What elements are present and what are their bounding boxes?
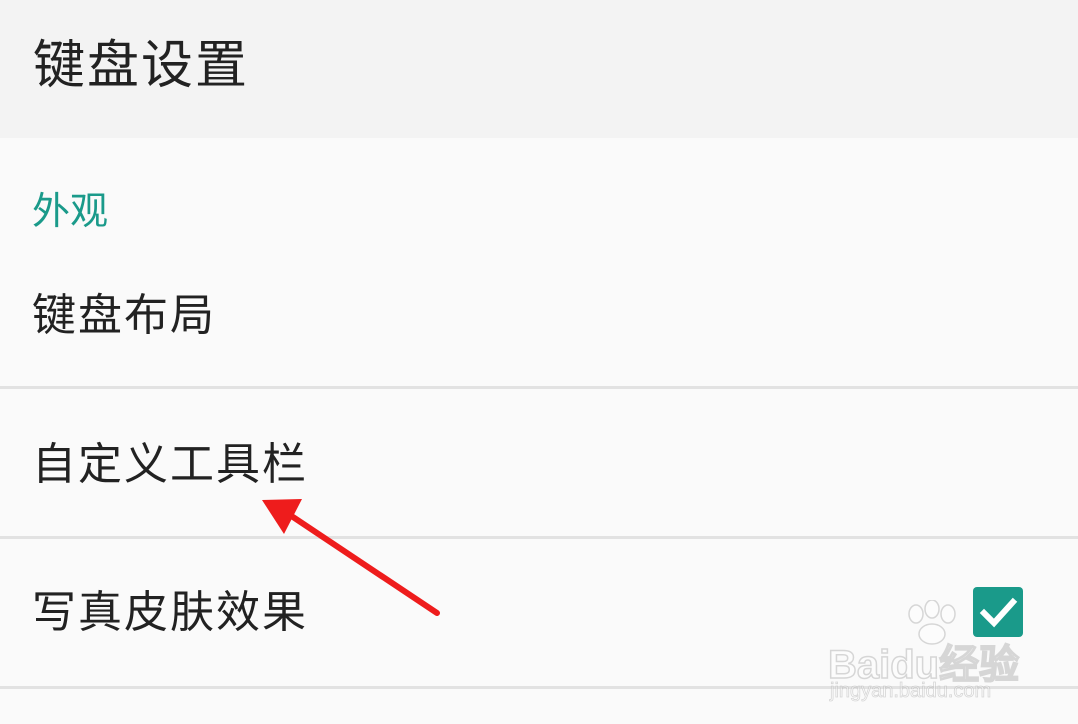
watermark-url: jingyan.baidu.com (830, 680, 992, 703)
watermark: Baidu经验 jingyan.baidu.com (827, 600, 1038, 710)
